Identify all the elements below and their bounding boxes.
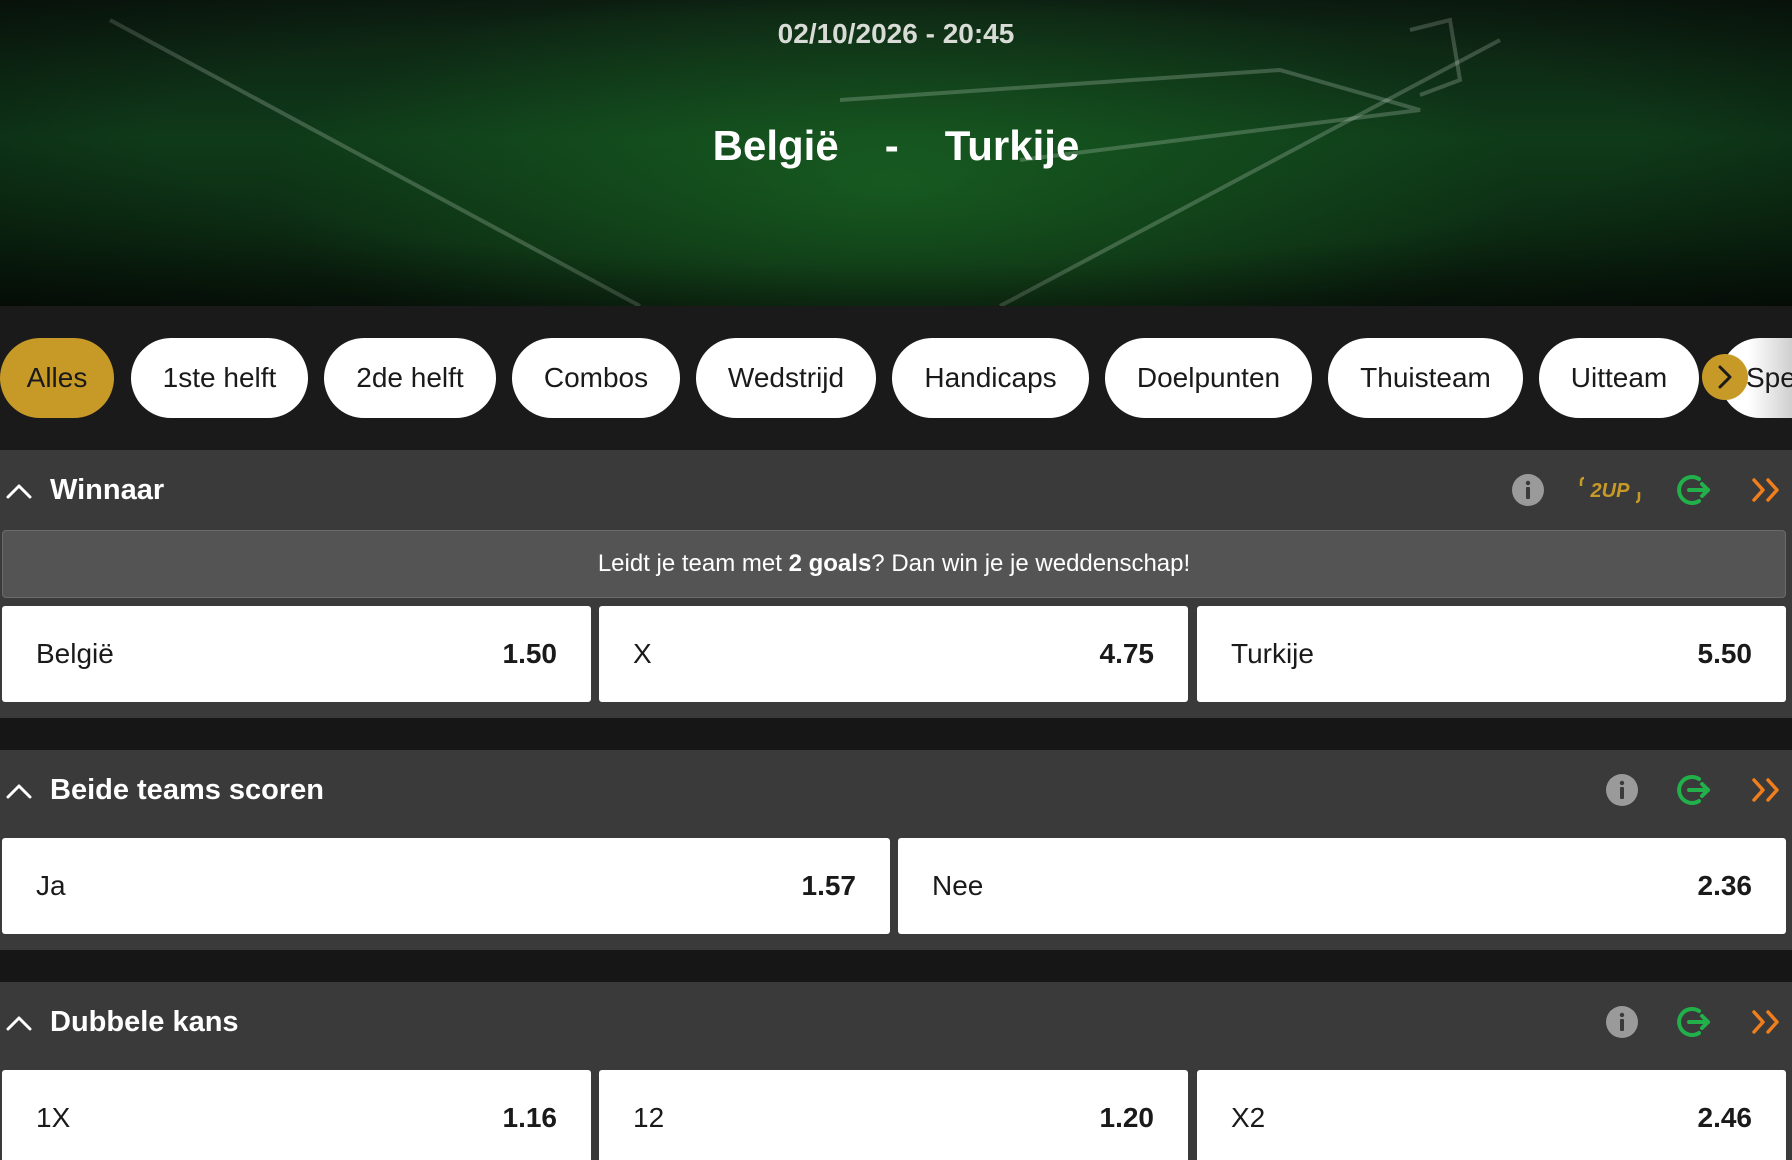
- odd-value: 2.46: [1697, 1102, 1753, 1133]
- double-chevron-right-icon[interactable]: [1748, 1004, 1784, 1040]
- odd-button[interactable]: Turkije 5.50: [1197, 606, 1786, 702]
- odd-label: 1X: [36, 1102, 71, 1133]
- cashout-icon[interactable]: [1674, 470, 1714, 510]
- market-winnaar-header[interactable]: Winnaar 2UP: [0, 450, 1792, 530]
- odd-value: 1.20: [1099, 1102, 1155, 1133]
- match-datetime: 02/10/2026 - 20:45: [777, 18, 1015, 49]
- double-chevron-right-icon[interactable]: [1748, 472, 1784, 508]
- match-teams: België - Turkije: [0, 122, 1792, 170]
- match-hero: 02/10/2026 - 20:45 België - Turkije: [0, 0, 1792, 306]
- double-chevron-right-icon[interactable]: [1748, 772, 1784, 808]
- tab-wedstrijd[interactable]: Wedstrijd: [696, 338, 876, 418]
- 2up-badge-label: 2UP: [1590, 480, 1631, 502]
- market-btts-header[interactable]: Beide teams scoren: [0, 750, 1792, 830]
- odd-value: 2.36: [1697, 870, 1753, 901]
- tab-2de-helft[interactable]: 2de helft: [324, 338, 496, 418]
- odd-value: 5.50: [1697, 638, 1753, 669]
- chevron-up-icon[interactable]: [4, 776, 34, 806]
- odd-button[interactable]: 1X 1.16: [2, 1070, 591, 1160]
- tab-alles[interactable]: Alles: [0, 338, 114, 418]
- odd-button[interactable]: X 4.75: [599, 606, 1188, 702]
- market-beide-teams-scoren: Beide teams scoren Ja 1.57 Nee 2.36: [0, 750, 1792, 950]
- tab-thuisteam[interactable]: Thuisteam: [1328, 338, 1523, 418]
- odd-value: 1.57: [801, 870, 857, 901]
- tab-combos[interactable]: Combos: [512, 338, 680, 418]
- odd-button[interactable]: 12 1.20: [599, 1070, 1188, 1160]
- info-icon[interactable]: [1604, 1004, 1640, 1040]
- market-title: Winnaar: [50, 473, 165, 506]
- market-title: Dubbele kans: [50, 1005, 239, 1038]
- odd-label: Nee: [932, 870, 984, 901]
- chevron-up-icon[interactable]: [4, 476, 34, 506]
- tabs-scroll-right-button[interactable]: [1702, 354, 1748, 400]
- odd-button[interactable]: X2 2.46: [1197, 1070, 1786, 1160]
- odd-label: 12: [633, 1102, 665, 1133]
- market-filter-tabs: Alles 1ste helft 2de helft Combos Wedstr…: [0, 306, 1792, 450]
- odd-button[interactable]: Ja 1.57: [2, 838, 890, 934]
- promo-text-pre: Leidt je team met: [597, 550, 789, 577]
- away-team: Turkije: [944, 122, 1080, 169]
- 2up-badge-icon[interactable]: 2UP: [1578, 472, 1642, 508]
- odd-label: Ja: [36, 870, 66, 901]
- team-separator: -: [884, 122, 899, 169]
- tab-1ste-helft[interactable]: 1ste helft: [131, 338, 308, 418]
- odd-value: 1.16: [502, 1102, 558, 1133]
- promo-text-post: ? Dan win je je weddenschap!: [871, 550, 1191, 577]
- odd-label: X2: [1231, 1102, 1266, 1133]
- info-icon[interactable]: [1510, 472, 1546, 508]
- match-page: 02/10/2026 - 20:45 België - Turkije Alle…: [0, 0, 1792, 1160]
- promo-text-bold: 2 goals: [788, 550, 872, 577]
- market-title: Beide teams scoren: [50, 773, 325, 806]
- info-icon[interactable]: [1604, 772, 1640, 808]
- market-winnaar: Winnaar 2UP Leidt je team met 2 goals? D…: [0, 450, 1792, 718]
- cashout-icon[interactable]: [1674, 1002, 1714, 1042]
- odd-value: 1.50: [502, 638, 558, 669]
- odd-label: België: [36, 638, 114, 669]
- promo-banner: Leidt je team met 2 goals? Dan win je je…: [2, 530, 1786, 598]
- market-dubbele-kans-header[interactable]: Dubbele kans: [0, 982, 1792, 1062]
- tab-uitteam[interactable]: Uitteam: [1539, 338, 1699, 418]
- odd-button[interactable]: België 1.50: [2, 606, 591, 702]
- chevron-right-icon: [1718, 365, 1732, 389]
- market-dubbele-kans: Dubbele kans 1X 1.16 12 1.20 X2 2.46: [0, 982, 1792, 1160]
- chevron-up-icon[interactable]: [4, 1008, 34, 1038]
- odd-label: X: [633, 638, 652, 669]
- odd-value: 4.75: [1099, 638, 1155, 669]
- odd-button[interactable]: Nee 2.36: [898, 838, 1786, 934]
- tab-handicaps[interactable]: Handicaps: [892, 338, 1089, 418]
- tab-doelpunten[interactable]: Doelpunten: [1105, 338, 1312, 418]
- cashout-icon[interactable]: [1674, 770, 1714, 810]
- odd-label: Turkije: [1231, 638, 1314, 669]
- home-team: België: [712, 122, 839, 169]
